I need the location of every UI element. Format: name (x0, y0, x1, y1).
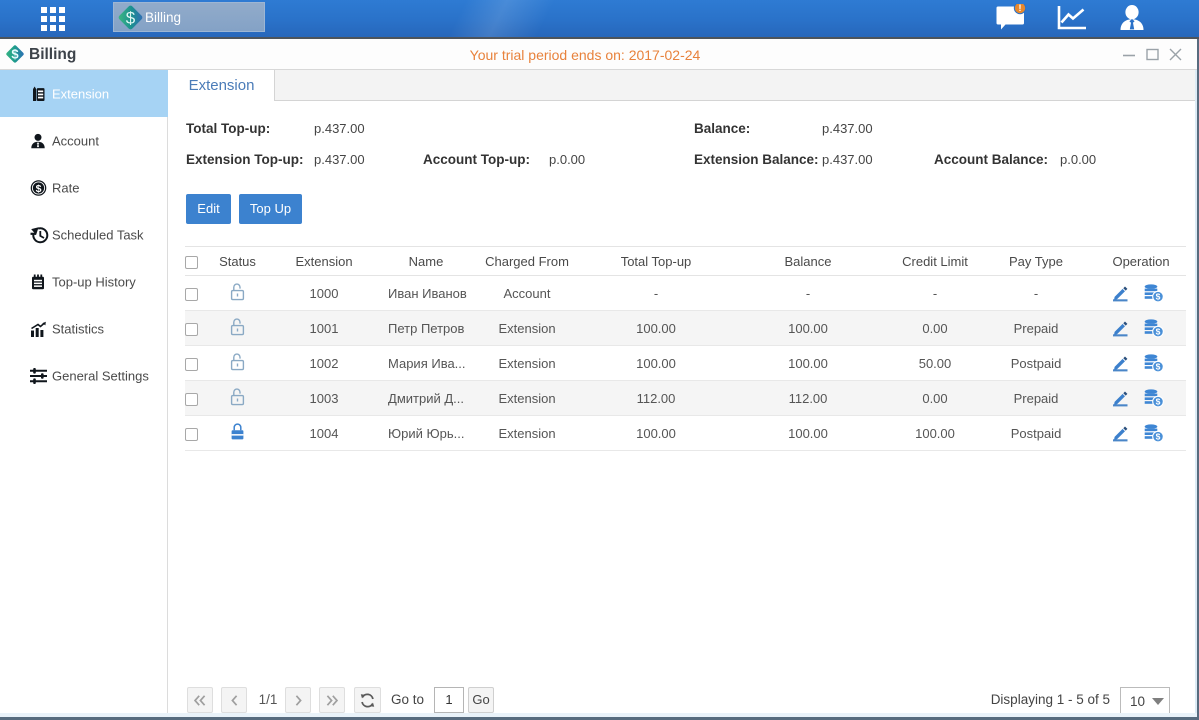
svg-text:$: $ (126, 9, 136, 28)
svg-text:$: $ (1156, 327, 1161, 337)
svg-text:$: $ (1156, 292, 1161, 302)
svg-text:$: $ (1156, 397, 1161, 407)
svg-text:$: $ (36, 182, 42, 194)
svg-text:$: $ (11, 47, 19, 62)
svg-text:$: $ (1156, 362, 1161, 372)
svg-text:!: ! (1019, 4, 1022, 13)
svg-text:$: $ (1156, 432, 1161, 442)
